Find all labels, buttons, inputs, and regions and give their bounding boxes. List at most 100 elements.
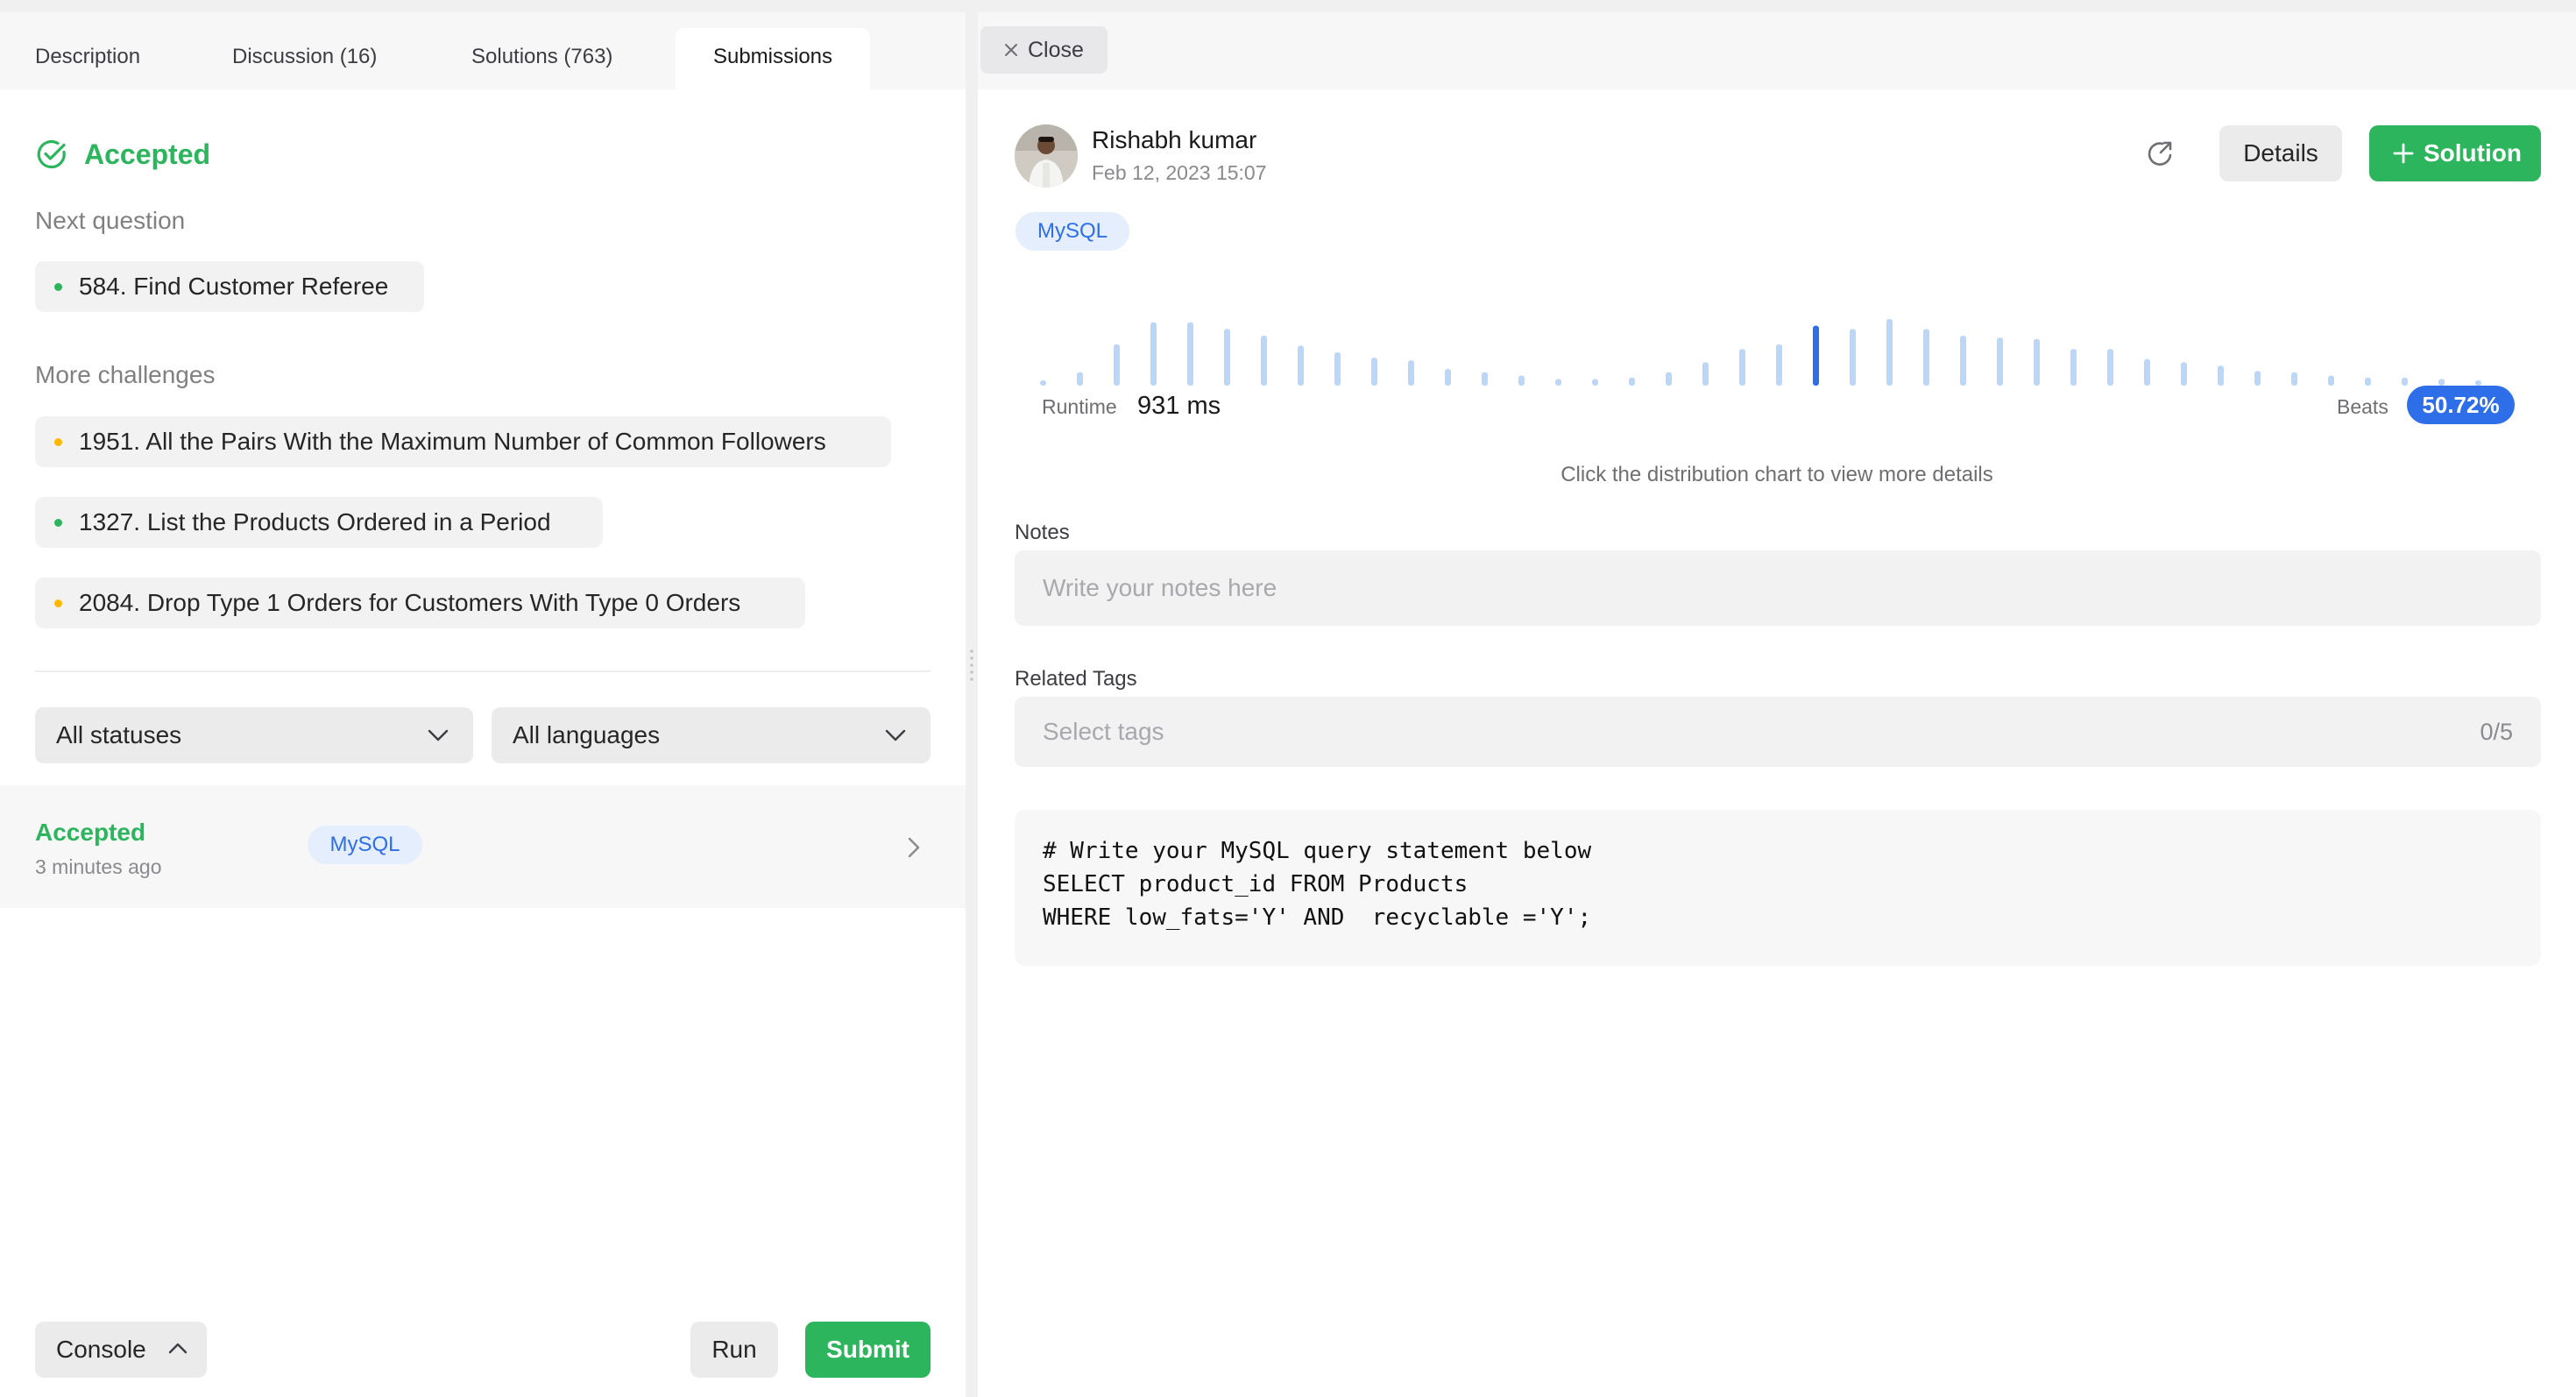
code-line: SELECT product_id FROM Products	[1043, 871, 1468, 897]
distribution-hint: Click the distribution chart to view mor…	[1560, 463, 1993, 486]
challenge-item[interactable]: 1951. All the Pairs With the Maximum Num…	[35, 416, 891, 467]
details-button[interactable]: Details	[2219, 125, 2342, 181]
distribution-bar[interactable]	[1666, 372, 1672, 386]
status-filter-select[interactable]: All statuses	[35, 707, 473, 763]
distribution-bar[interactable]	[1187, 322, 1193, 386]
distribution-bar[interactable]	[1886, 319, 1893, 386]
add-solution-button[interactable]: Solution	[2369, 125, 2541, 181]
app-root: Description Discussion (16) Solutions (7…	[0, 0, 2576, 1397]
distribution-bar[interactable]	[1408, 360, 1414, 386]
question-title: 584. Find Customer Referee	[79, 273, 389, 300]
submission-language-badge: MySQL	[308, 826, 422, 864]
language-filter-value: All languages	[513, 721, 661, 748]
top-strip	[0, 0, 2576, 12]
distribution-bar[interactable]	[1592, 379, 1598, 386]
notes-label: Notes	[1015, 521, 1070, 544]
tab-discussion[interactable]: Discussion (16)	[232, 28, 377, 89]
submission-date: Feb 12, 2023 15:07	[1092, 161, 1267, 184]
runtime-distribution-chart[interactable]	[1016, 294, 2575, 391]
distribution-bar[interactable]	[2438, 379, 2445, 386]
related-tags-label: Related Tags	[1015, 667, 1137, 691]
avatar-image	[1015, 124, 1078, 188]
distribution-bar[interactable]	[1298, 345, 1304, 386]
distribution-bar[interactable]	[1776, 344, 1782, 386]
submit-button[interactable]: Submit	[805, 1322, 931, 1378]
close-button[interactable]: Close	[980, 26, 1108, 74]
panel-toolbar: Close	[978, 12, 2576, 89]
more-challenges-label: More challenges	[35, 361, 216, 388]
distribution-bar[interactable]	[1334, 352, 1341, 386]
distribution-bar[interactable]	[1482, 372, 1488, 386]
difficulty-dot	[54, 599, 62, 607]
close-icon	[1005, 44, 1017, 56]
chevron-right-icon	[908, 837, 920, 858]
challenge-item[interactable]: 1327. List the Products Ordered in a Per…	[35, 497, 603, 548]
language-filter-select[interactable]: All languages	[492, 707, 931, 763]
distribution-bar[interactable]	[1518, 375, 1525, 386]
distribution-bar[interactable]	[1077, 372, 1083, 386]
distribution-bar-current[interactable]	[1813, 325, 1819, 386]
difficulty-dot	[54, 438, 62, 446]
distribution-bar[interactable]	[1040, 380, 1046, 386]
question-title: 1951. All the Pairs With the Maximum Num…	[79, 428, 826, 455]
distribution-bar[interactable]	[1739, 349, 1745, 386]
distribution-bar[interactable]	[1555, 379, 1561, 386]
share-icon[interactable]	[2143, 136, 2178, 171]
tags-count: 0/5	[2480, 719, 2513, 745]
submission-status: Accepted	[35, 819, 146, 846]
tab-solutions[interactable]: Solutions (763)	[471, 28, 612, 89]
distribution-bar[interactable]	[2218, 365, 2224, 386]
author-name[interactable]: Rishabh kumar	[1092, 126, 1256, 154]
avatar[interactable]	[1015, 124, 1078, 188]
challenge-item[interactable]: 2084. Drop Type 1 Orders for Customers W…	[35, 578, 805, 628]
status-filter-value: All statuses	[56, 721, 182, 748]
distribution-bar[interactable]	[2365, 377, 2371, 386]
distribution-bar[interactable]	[1997, 337, 2003, 386]
distribution-bar[interactable]	[1114, 344, 1120, 386]
tab-submissions[interactable]: Submissions	[676, 28, 870, 89]
runtime-value: 931 ms	[1137, 392, 1221, 420]
distribution-bar[interactable]	[2070, 349, 2077, 386]
distribution-bar[interactable]	[1371, 358, 1377, 386]
tags-placeholder: Select tags	[1043, 718, 1164, 745]
submission-time: 3 minutes ago	[35, 855, 162, 878]
distribution-bar[interactable]	[2328, 375, 2334, 386]
close-label: Close	[1028, 38, 1084, 62]
distribution-bar[interactable]	[1445, 369, 1451, 386]
distribution-bar[interactable]	[2402, 377, 2408, 386]
next-question-item[interactable]: 584. Find Customer Referee	[35, 261, 424, 312]
distribution-bar[interactable]	[1150, 322, 1157, 386]
drag-handle-icon	[970, 648, 973, 683]
console-button[interactable]: Console	[35, 1322, 207, 1378]
language-tag: MySQL	[1016, 212, 1129, 251]
tab-description[interactable]: Description	[35, 28, 140, 89]
right-panel: Close Rishabh kumar Feb 12, 2023 15:07 D…	[978, 12, 2576, 1397]
distribution-bar[interactable]	[1629, 377, 1635, 386]
difficulty-dot	[54, 519, 62, 527]
distribution-bar[interactable]	[2107, 349, 2113, 386]
distribution-bar[interactable]	[1923, 329, 1929, 386]
tags-select[interactable]: Select tags 0/5	[1015, 697, 2541, 767]
run-button[interactable]: Run	[690, 1322, 778, 1378]
distribution-bar[interactable]	[1960, 336, 1966, 386]
difficulty-dot	[54, 283, 62, 291]
distribution-bar[interactable]	[1702, 362, 1709, 386]
distribution-bar[interactable]	[2181, 362, 2187, 386]
distribution-bar[interactable]	[1261, 336, 1267, 386]
tab-bar: Description Discussion (16) Solutions (7…	[0, 12, 966, 89]
divider	[35, 670, 931, 672]
distribution-bar[interactable]	[1224, 329, 1230, 386]
question-title: 1327. List the Products Ordered in a Per…	[79, 508, 551, 535]
distribution-bar[interactable]	[2144, 358, 2150, 386]
notes-input[interactable]	[1015, 550, 2541, 626]
panel-splitter[interactable]	[966, 12, 978, 1397]
beats-percentage-badge: 50.72%	[2407, 386, 2515, 424]
distribution-bar[interactable]	[2034, 338, 2040, 386]
console-label: Console	[56, 1336, 146, 1363]
distribution-bar[interactable]	[2291, 372, 2297, 386]
question-title: 2084. Drop Type 1 Orders for Customers W…	[79, 589, 741, 616]
distribution-bar[interactable]	[2254, 371, 2261, 386]
distribution-bar[interactable]	[1850, 329, 1856, 386]
submission-row[interactable]: Accepted 3 minutes ago MySQL	[0, 785, 966, 908]
code-block: # Write your MySQL query statement below…	[1015, 810, 2541, 966]
